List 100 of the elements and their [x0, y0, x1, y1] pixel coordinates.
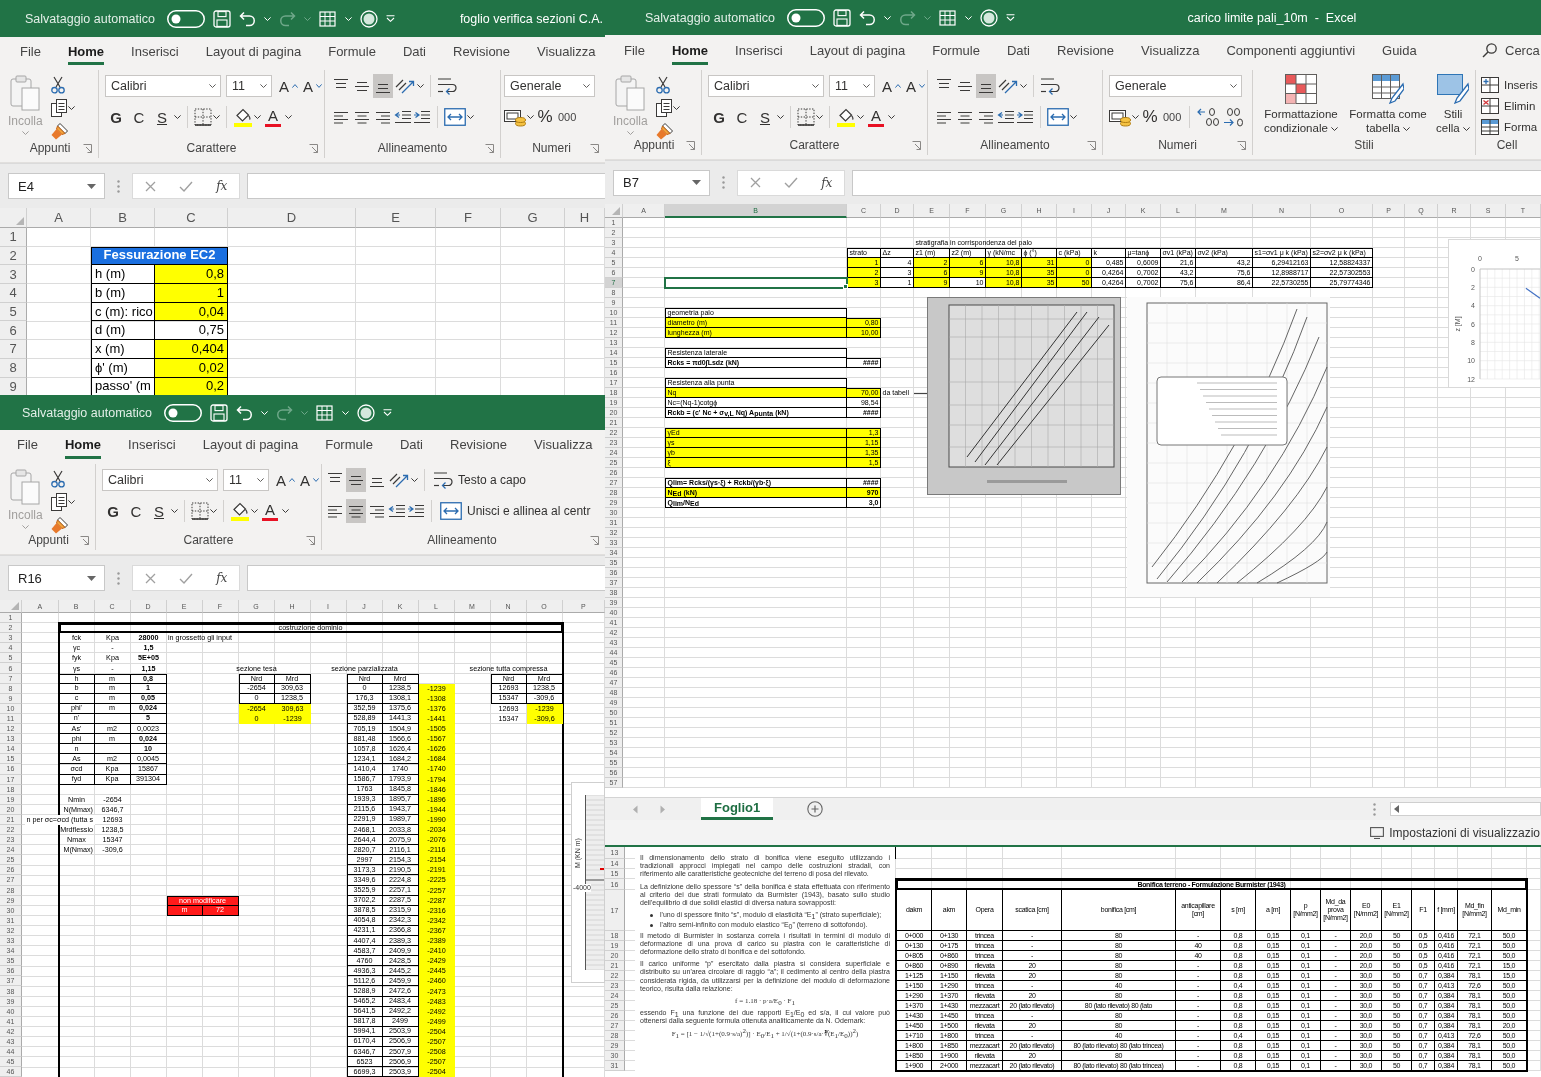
align-bottom-button[interactable]	[976, 74, 996, 98]
ribbon-tab[interactable]: File	[20, 37, 41, 65]
align-center-button[interactable]	[346, 499, 366, 523]
merge-center-button[interactable]: Unisci e allinea al centr	[438, 499, 593, 523]
ribbon-tab[interactable]: Dati	[402, 37, 426, 65]
font-size-dropdown[interactable]: 11	[226, 75, 272, 97]
dialog-launcher-icon[interactable]	[1087, 140, 1096, 150]
thousands-button[interactable]: 000	[1161, 105, 1184, 129]
number-format-dropdown[interactable]: Generale	[1109, 75, 1242, 97]
caret-icon[interactable]	[1132, 115, 1139, 119]
insert-function-button[interactable]: fx	[216, 571, 228, 585]
paintbrush-icon[interactable]	[50, 516, 69, 534]
save-icon[interactable]	[209, 403, 228, 422]
circle-icon[interactable]	[356, 403, 375, 422]
format-cells-button[interactable]: Forma	[1479, 116, 1540, 137]
ribbon-tab[interactable]: Layout di pagina	[205, 37, 302, 65]
font-name-dropdown[interactable]: Calibri	[708, 75, 824, 97]
increase-decimal-icon[interactable]	[1196, 107, 1221, 127]
wrap-text-button[interactable]: Testo a capo	[431, 468, 529, 492]
undo-icon[interactable]	[858, 9, 876, 26]
caret-icon[interactable]	[863, 84, 870, 88]
caret-icon[interactable]	[206, 478, 213, 482]
customize-icon[interactable]	[382, 409, 392, 416]
thousands-button[interactable]: 000	[556, 105, 579, 129]
italic-button[interactable]: C	[125, 499, 147, 523]
fill-color-icon[interactable]	[836, 107, 856, 127]
ribbon-tab[interactable]: Inserisci	[128, 430, 176, 459]
ribbon-tab[interactable]: File	[17, 430, 38, 459]
caret-icon[interactable]	[174, 115, 181, 119]
circle-icon[interactable]	[979, 8, 998, 27]
shrink-font-button[interactable]: A	[301, 74, 325, 98]
row-number[interactable]: 3	[0, 265, 27, 285]
underline-button[interactable]: S	[151, 105, 173, 129]
font-color-button[interactable]: A	[262, 105, 284, 129]
caret-icon[interactable]	[171, 509, 178, 513]
ribbon-tab[interactable]: Inserisci	[131, 37, 179, 65]
column-header[interactable]: B	[91, 208, 155, 228]
caret-icon[interactable]	[67, 106, 75, 110]
dialog-launcher-icon[interactable]	[686, 140, 695, 150]
caret-icon[interactable]	[672, 106, 680, 110]
undo-icon[interactable]	[238, 10, 256, 27]
underline-button[interactable]: S	[754, 105, 776, 129]
cancel-icon[interactable]	[144, 572, 156, 584]
font-size-dropdown[interactable]: 11	[829, 75, 875, 97]
sheet-tab[interactable]: Foglio1	[701, 798, 774, 820]
horizontal-scrollbar[interactable]	[1390, 802, 1541, 816]
formula-input[interactable]	[247, 173, 605, 199]
caret-icon[interactable]	[411, 478, 418, 482]
insert-function-button[interactable]: fx	[821, 175, 833, 190]
undo-icon[interactable]	[235, 404, 253, 421]
enter-icon[interactable]	[178, 572, 193, 584]
column-header[interactable]: A	[27, 208, 91, 228]
dialog-launcher-icon[interactable]	[590, 143, 599, 153]
text-orientation-icon[interactable]	[997, 77, 1019, 95]
ribbon-tab[interactable]: File	[624, 35, 645, 65]
caret-icon[interactable]	[285, 115, 292, 119]
ribbon-tab[interactable]: Formule	[328, 37, 376, 65]
delete-cells-button[interactable]: Elimin	[1479, 95, 1538, 116]
dialog-launcher-icon[interactable]	[485, 143, 494, 153]
caret-icon[interactable]	[888, 115, 895, 119]
scroll-left-icon[interactable]	[1394, 805, 1399, 813]
caret-icon[interactable]	[692, 180, 701, 185]
table-form-icon[interactable]	[938, 9, 957, 26]
format-as-table-button[interactable]: Formatta come tabella	[1346, 74, 1430, 135]
table-form-icon[interactable]	[318, 10, 337, 27]
bold-button[interactable]: G	[105, 105, 127, 129]
ribbon-tab[interactable]: Revisione	[450, 430, 508, 459]
grow-font-button[interactable]: A	[277, 74, 300, 98]
name-box[interactable]: E4	[8, 173, 105, 199]
merge-cells-icon[interactable]	[444, 108, 466, 126]
save-icon[interactable]	[832, 8, 851, 27]
ribbon-tab[interactable]: Visualizza	[1141, 35, 1200, 65]
caret-icon[interactable]	[260, 84, 267, 88]
italic-button[interactable]: C	[128, 105, 150, 129]
caret-icon[interactable]	[1462, 126, 1470, 131]
name-box[interactable]: B7	[613, 169, 710, 196]
borders-icon[interactable]	[191, 502, 209, 520]
wrap-text-icon[interactable]	[433, 471, 453, 489]
font-color-button[interactable]: A	[865, 105, 887, 129]
ribbon-tab[interactable]: Guida	[1382, 35, 1417, 65]
caret-icon[interactable]	[1070, 115, 1077, 119]
cancel-icon[interactable]	[749, 177, 761, 188]
circle-icon[interactable]	[359, 9, 378, 28]
ribbon-tab[interactable]: Layout di pagina	[809, 35, 906, 65]
font-name-dropdown[interactable]: Calibri	[105, 75, 221, 97]
dialog-launcher-icon[interactable]	[306, 535, 315, 545]
decrease-decimal-icon[interactable]	[1221, 107, 1246, 127]
align-middle-button[interactable]	[346, 468, 366, 492]
caret-icon[interactable]	[67, 500, 75, 504]
display-settings-icon[interactable]	[1370, 826, 1385, 839]
caret-icon[interactable]	[87, 575, 96, 581]
caret-icon[interactable]	[87, 183, 96, 189]
text-orientation-icon[interactable]	[394, 77, 416, 95]
autosave-toggle[interactable]	[786, 8, 825, 27]
wrap-text-icon[interactable]	[437, 77, 457, 95]
dialog-launcher-icon[interactable]	[912, 140, 921, 150]
row-number[interactable]: 1	[0, 228, 27, 247]
column-header[interactable]: F	[436, 208, 501, 228]
number-format-dropdown[interactable]: Generale	[504, 75, 595, 97]
enter-icon[interactable]	[178, 180, 193, 192]
